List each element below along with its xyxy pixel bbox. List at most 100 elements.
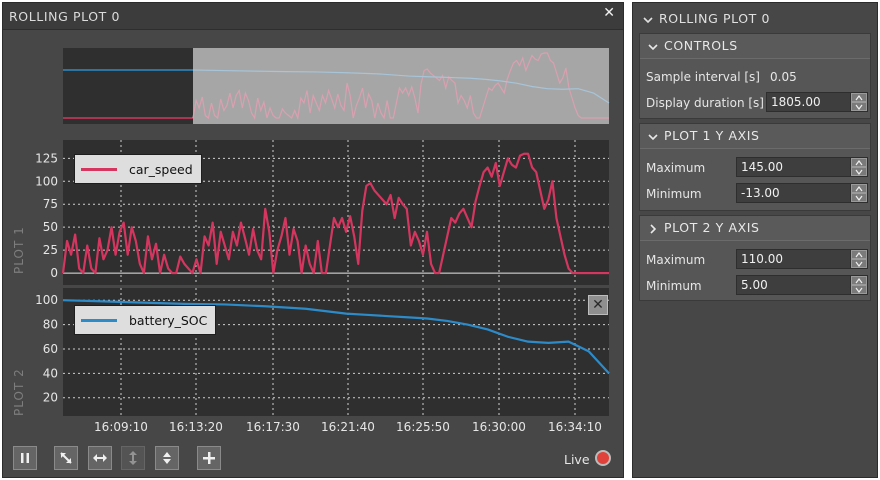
plot-1-min-spinbox[interactable] [736,183,868,203]
decrement-button[interactable] [851,167,867,176]
plot-2-y-tick-label: 20 [43,391,58,405]
plot-2-max-spinbox[interactable] [736,249,868,269]
plot-1-axis-title-label: PLOT 1 Y AXIS [664,128,760,143]
plot-2-min-label: Minimum [646,279,702,293]
controls-title: CONTROLS [664,38,738,53]
add-plot-button[interactable] [197,446,221,470]
plot-1-y-tick-label: 0 [50,266,58,280]
increment-button[interactable] [851,93,867,102]
plot-1-axis-title: PLOT 1 [12,226,26,274]
plot-1-max-label: Maximum [646,161,706,175]
x-tick-label: 16:21:40 [321,420,375,434]
rolling-plot-window: ROLLING PLOT 0 ✕ 16:09:10 16:13:20 16:17:3… [2,2,624,478]
decrement-button[interactable] [851,285,867,294]
plot-2-axis-section: PLOT 2 Y AXIS Maximum Minimum [639,215,871,301]
chevron-down-icon [648,133,658,140]
plot-2-min-input[interactable] [737,276,850,294]
plot-2-axis-title-label: PLOT 2 Y AXIS [664,220,760,235]
chevron-up-icon [855,160,863,166]
decrement-button[interactable] [851,193,867,202]
chevron-right-icon [650,223,657,234]
controls-section-header[interactable]: CONTROLS [640,34,870,59]
increment-button[interactable] [851,276,867,285]
x-tick-label: 16:30:00 [472,420,526,434]
plot-2-min-spinbox[interactable] [736,275,868,295]
battery-soc-swatch [81,318,117,322]
chevron-up-icon [855,95,863,101]
fit-diagonal-icon [60,452,72,464]
increment-button[interactable] [851,184,867,193]
chevron-down-icon [855,195,863,201]
car-speed-swatch [81,167,117,171]
chevron-down-icon [648,43,658,50]
fit-vertical-icon [129,451,137,465]
display-duration-spinbox[interactable] [766,92,868,112]
plot-1-max-spinbox[interactable] [736,157,868,177]
window-title: ROLLING PLOT 0 [9,9,121,24]
plot-1-y-tick-label: 125 [35,151,58,165]
decrement-button[interactable] [851,259,867,268]
plot-area[interactable]: 16:09:10 16:13:20 16:17:30 16:21:40 16:25:50… [3,30,623,440]
fit-x-button[interactable] [88,446,112,470]
legend-label-battery-soc: battery_SOC [129,312,208,328]
plot-2-y-tick-label: 100 [35,293,58,307]
display-duration-label: Display duration [s] [646,96,764,110]
plot-1-axis-section-header[interactable]: PLOT 1 Y AXIS [640,124,870,149]
pause-button[interactable] [13,446,37,470]
plot-1-axis-section: PLOT 1 Y AXIS Maximum Minimum [639,123,871,211]
chevron-down-icon [855,104,863,110]
pause-icon [21,453,29,463]
plots-svg[interactable]: 16:09:10 16:13:20 16:17:30 16:21:40 16:25:50… [3,30,623,440]
x-tick-label: 16:13:20 [169,420,223,434]
live-toggle[interactable] [595,450,611,466]
increment-button[interactable] [851,250,867,259]
fit-button[interactable] [54,446,78,470]
chevron-up-icon [855,186,863,192]
legend-label-car-speed: car_speed [129,161,193,177]
decrement-button[interactable] [851,102,867,111]
chevron-down-icon [643,16,653,23]
plot-1-min-input[interactable] [737,184,850,202]
plot-2-y-tick-label: 40 [43,366,58,380]
plot-2-axis-section-header[interactable]: PLOT 2 Y AXIS [640,216,870,241]
autoscale-button[interactable] [155,446,179,470]
plot-2-max-input[interactable] [737,250,850,268]
plot-1-y-tick-label: 50 [43,220,58,234]
close-icon[interactable]: ✕ [603,5,615,21]
chevron-down-icon [855,287,863,293]
settings-panel: ROLLING PLOT 0 CONTROLS Sample interval … [632,2,878,478]
chevron-up-icon [855,252,863,258]
legend-plot-2[interactable]: battery_SOC [74,305,217,335]
increment-button[interactable] [851,158,867,167]
plot-1-y-tick-label: 100 [35,174,58,188]
panel-title: ROLLING PLOT 0 [659,11,771,26]
controls-section: CONTROLS Sample interval [s] 0.05 Displa… [639,33,871,119]
plot-1-min-label: Minimum [646,187,702,201]
window-titlebar[interactable]: ROLLING PLOT 0 ✕ [3,3,623,30]
plot-2-y-tick-label: 80 [43,318,58,332]
x-tick-label: 16:34:10 [548,420,602,434]
plot-1-max-input[interactable] [737,158,850,176]
plot-1-y-tick-label: 75 [43,197,58,211]
x-tick-label: 16:09:10 [94,420,148,434]
display-duration-input[interactable] [767,93,850,111]
live-label: Live [564,452,590,467]
legend-plot-1[interactable]: car_speed [74,154,202,184]
plus-icon [203,452,215,464]
fit-horizontal-icon [93,454,107,462]
fit-y-button[interactable] [121,446,145,470]
sample-interval-value: 0.05 [770,70,797,84]
plot-2-max-label: Maximum [646,253,706,267]
sample-interval-label: Sample interval [s] [646,70,760,84]
x-tick-label: 16:25:50 [396,420,450,434]
autoscale-icon [163,452,171,464]
plot-2-axis-title: PLOT 2 [12,368,26,416]
chevron-up-icon [855,278,863,284]
x-tick-label: 16:17:30 [246,420,300,434]
plot-toolbar: Live [3,444,623,474]
close-icon: ✕ [592,297,604,313]
plot-1-y-tick-label: 25 [43,243,58,257]
chevron-down-icon [855,169,863,175]
remove-plot-button[interactable]: ✕ [588,295,608,315]
panel-header[interactable]: ROLLING PLOT 0 [633,3,877,31]
